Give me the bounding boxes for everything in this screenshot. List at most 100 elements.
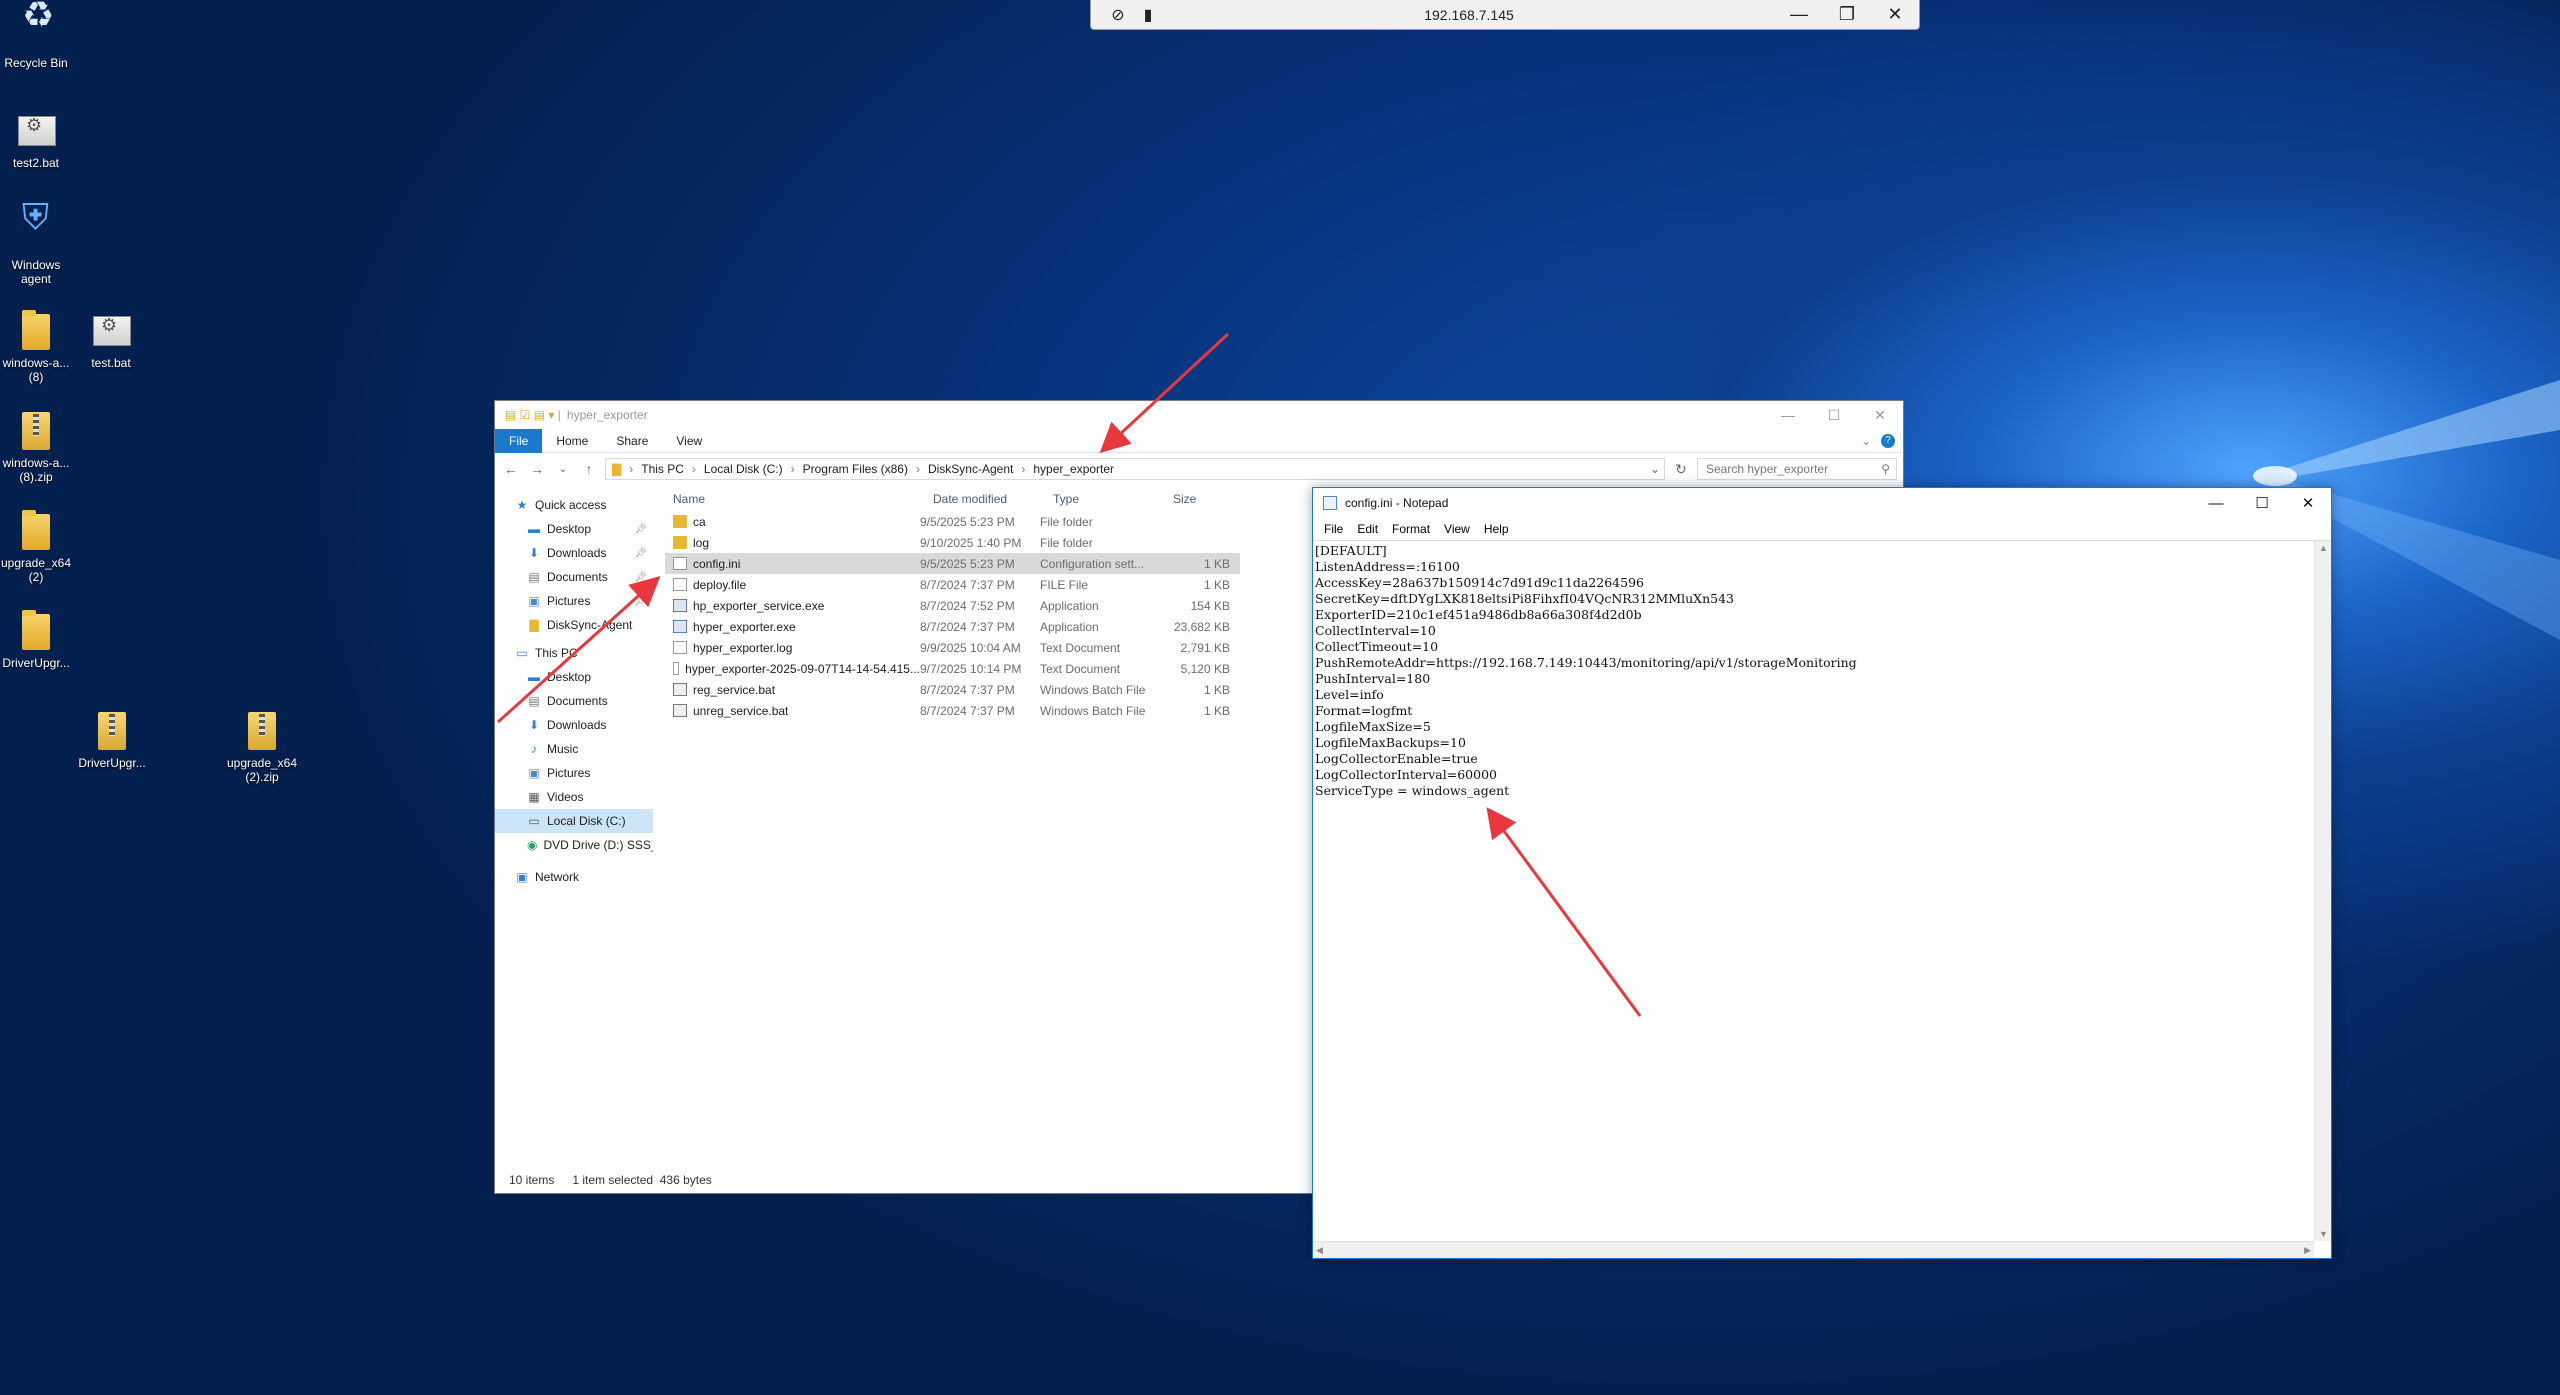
desktop-icon-label: DriverUpgr... bbox=[2, 656, 70, 670]
notepad-maximize-button[interactable]: ☐ bbox=[2239, 494, 2285, 512]
file-type: File folder bbox=[1040, 535, 1093, 550]
notepad-text-editor[interactable] bbox=[1315, 543, 2310, 1238]
file-size: 1 KB bbox=[1203, 703, 1230, 718]
horizontal-scrollbar[interactable]: ◀ ▶ bbox=[1313, 1241, 2314, 1258]
scroll-up-arrow-icon[interactable]: ▲ bbox=[2319, 543, 2328, 553]
menu-help[interactable]: Help bbox=[1477, 522, 1516, 536]
menu-format[interactable]: Format bbox=[1385, 522, 1437, 536]
batch-file-icon bbox=[89, 308, 133, 352]
desktop-icon-driverupgr-zip[interactable]: DriverUpgr... bbox=[72, 708, 152, 770]
file-row[interactable]: config.ini 9/5/2025 5:23 PM Configuration … bbox=[665, 553, 1240, 574]
back-arrow-icon[interactable]: ← bbox=[501, 461, 521, 477]
file-date: 8/7/2024 7:37 PM bbox=[920, 619, 1015, 634]
desktop-icon-upgrade-x64-2[interactable]: upgrade_x64 (2) bbox=[0, 508, 76, 584]
file-row[interactable]: ca 9/5/2025 5:23 PM File folder bbox=[665, 511, 1240, 532]
remote-desktop-connection-bar: ⊘ ▮ 192.168.7.145 — ❐ ✕ bbox=[1090, 0, 1920, 30]
desktop-icon-test-bat[interactable]: test.bat bbox=[71, 308, 151, 370]
file-date: 8/7/2024 7:37 PM bbox=[920, 682, 1015, 697]
up-arrow-icon[interactable]: ↑ bbox=[579, 461, 599, 477]
file-name: ca bbox=[665, 515, 920, 529]
status-selection: 1 item selected 436 bytes bbox=[572, 1173, 712, 1187]
notepad-minimize-button[interactable]: — bbox=[2193, 495, 2239, 512]
breadcrumb-local-disk[interactable]: Local Disk (C:) bbox=[704, 462, 783, 476]
breadcrumb-program-files[interactable]: Program Files (x86) bbox=[803, 462, 908, 476]
scroll-left-arrow-icon[interactable]: ◀ bbox=[1316, 1245, 1323, 1256]
notepad-icon bbox=[1323, 496, 1337, 510]
file-size: 1 KB bbox=[1203, 577, 1230, 592]
file-date: 9/5/2025 5:23 PM bbox=[920, 514, 1015, 529]
menu-view[interactable]: View bbox=[1437, 522, 1477, 536]
file-type: FILE File bbox=[1040, 577, 1089, 592]
address-bar[interactable]: ▇ › This PC › Local Disk (C:) › Program … bbox=[605, 458, 1665, 480]
explorer-minimize-button[interactable]: — bbox=[1765, 407, 1811, 423]
breadcrumb-disksync-agent[interactable]: DiskSync-Agent bbox=[928, 462, 1013, 476]
column-header-type[interactable]: Type bbox=[1053, 492, 1173, 506]
rdp-close-button[interactable]: ✕ bbox=[1871, 4, 1919, 25]
desktop-icon-label: test2.bat bbox=[12, 156, 60, 170]
ribbon-expand-chevron-icon[interactable]: ⌄ bbox=[1861, 434, 1871, 448]
rdp-restore-button[interactable]: ❐ bbox=[1823, 4, 1871, 25]
file-row[interactable]: deploy.file 8/7/2024 7:37 PM FILE File 1 KB bbox=[665, 574, 1240, 595]
file-row[interactable]: unreg_service.bat 8/7/2024 7:37 PM Windows… bbox=[665, 700, 1240, 721]
signal-bars-icon[interactable]: ▮ bbox=[1133, 5, 1163, 25]
file-size: 2,791 KB bbox=[1180, 640, 1230, 655]
rdp-host-address: 192.168.7.145 bbox=[1424, 6, 1514, 23]
quick-access-toolbar-icon[interactable]: ▤ ☑ ▤ ▾ | bbox=[505, 408, 561, 422]
desktop-icon-driverupgr-folder[interactable]: DriverUpgr... bbox=[0, 608, 76, 670]
explorer-window-title: hyper_exporter bbox=[566, 408, 648, 422]
file-type: File folder bbox=[1040, 514, 1093, 529]
file-row[interactable]: reg_service.bat 8/7/2024 7:37 PM Windows B… bbox=[665, 679, 1240, 700]
file-date: 9/9/2025 10:04 AM bbox=[920, 640, 1021, 655]
file-row[interactable]: hp_exporter_service.exe 8/7/2024 7:52 PM A… bbox=[665, 595, 1240, 616]
refresh-icon[interactable]: ↻ bbox=[1671, 461, 1691, 478]
desktop-icon-upgrade-x64-2-zip[interactable]: upgrade_x64 (2).zip bbox=[222, 708, 302, 784]
vertical-scrollbar[interactable]: ▲ ▼ bbox=[2314, 541, 2331, 1241]
file-row[interactable]: hyper_exporter.log 9/9/2025 10:04 AM Text … bbox=[665, 637, 1240, 658]
breadcrumb-this-pc[interactable]: This PC bbox=[641, 462, 684, 476]
search-box[interactable]: Search hyper_exporter ⚲ bbox=[1697, 458, 1897, 480]
desktop-icon-windows-a-8-zip[interactable]: windows-a... (8).zip bbox=[0, 408, 76, 484]
scroll-right-arrow-icon[interactable]: ▶ bbox=[2304, 1245, 2311, 1256]
ribbon-tab-file[interactable]: File bbox=[495, 428, 543, 453]
pin-off-icon[interactable]: ⊘ bbox=[1103, 5, 1133, 25]
file-row[interactable]: hyper_exporter-2025-09-07T14-14-54.415..… bbox=[665, 658, 1240, 679]
desktop-icon-test2-bat[interactable]: test2.bat bbox=[0, 108, 76, 170]
ribbon-tab-home[interactable]: Home bbox=[542, 429, 602, 453]
file-name: config.ini bbox=[665, 557, 920, 571]
file-type: Text Document bbox=[1040, 661, 1121, 676]
column-header-date[interactable]: Date modified bbox=[933, 492, 1053, 506]
address-dropdown-chevron-icon[interactable]: ⌄ bbox=[1650, 462, 1660, 476]
explorer-close-button[interactable]: ✕ bbox=[1857, 407, 1903, 424]
column-header-name[interactable]: Name bbox=[673, 492, 933, 506]
notepad-window-title: config.ini - Notepad bbox=[1345, 496, 1449, 510]
ribbon-tab-share[interactable]: Share bbox=[602, 429, 662, 453]
desktop-icon-windows-agent[interactable]: Windows agent bbox=[0, 210, 76, 286]
file-name: hyper_exporter-2025-09-07T14-14-54.415..… bbox=[665, 662, 920, 676]
file-size: 1 KB bbox=[1203, 556, 1230, 571]
file-date: 8/7/2024 7:37 PM bbox=[920, 577, 1015, 592]
file-date: 9/5/2025 5:23 PM bbox=[920, 556, 1015, 571]
notepad-close-button[interactable]: ✕ bbox=[2285, 494, 2331, 512]
file-date: 8/7/2024 7:37 PM bbox=[920, 703, 1015, 718]
rdp-minimize-button[interactable]: — bbox=[1775, 4, 1823, 25]
breadcrumb-hyper-exporter[interactable]: hyper_exporter bbox=[1033, 462, 1114, 476]
search-placeholder: Search hyper_exporter bbox=[1706, 462, 1829, 476]
menu-file[interactable]: File bbox=[1317, 522, 1350, 536]
ribbon-tab-view[interactable]: View bbox=[662, 429, 716, 453]
column-header-size[interactable]: Size bbox=[1173, 492, 1243, 506]
menu-edit[interactable]: Edit bbox=[1350, 522, 1385, 536]
zip-folder-icon bbox=[14, 408, 58, 452]
desktop-icon-recycle-bin[interactable]: Recycle Bin bbox=[0, 8, 76, 70]
folder-icon: ▇ bbox=[612, 462, 622, 476]
forward-arrow-icon[interactable]: → bbox=[527, 461, 547, 477]
explorer-maximize-button[interactable]: ☐ bbox=[1811, 407, 1857, 424]
scroll-down-arrow-icon[interactable]: ▼ bbox=[2319, 1229, 2328, 1239]
desktop-icon-windows-a-8[interactable]: windows-a... (8) bbox=[0, 308, 76, 384]
help-icon[interactable]: ? bbox=[1881, 433, 1895, 448]
zip-folder-icon bbox=[90, 708, 134, 752]
address-row: ← → ⌄ ↑ ▇ › This PC › Local Disk (C:) › … bbox=[495, 453, 1903, 485]
file-row[interactable]: log 9/10/2025 1:40 PM File folder bbox=[665, 532, 1240, 553]
file-type: Application bbox=[1040, 619, 1099, 634]
recent-locations-chevron-icon[interactable]: ⌄ bbox=[553, 464, 573, 475]
file-row[interactable]: hyper_exporter.exe 8/7/2024 7:37 PM Applic… bbox=[665, 616, 1240, 637]
